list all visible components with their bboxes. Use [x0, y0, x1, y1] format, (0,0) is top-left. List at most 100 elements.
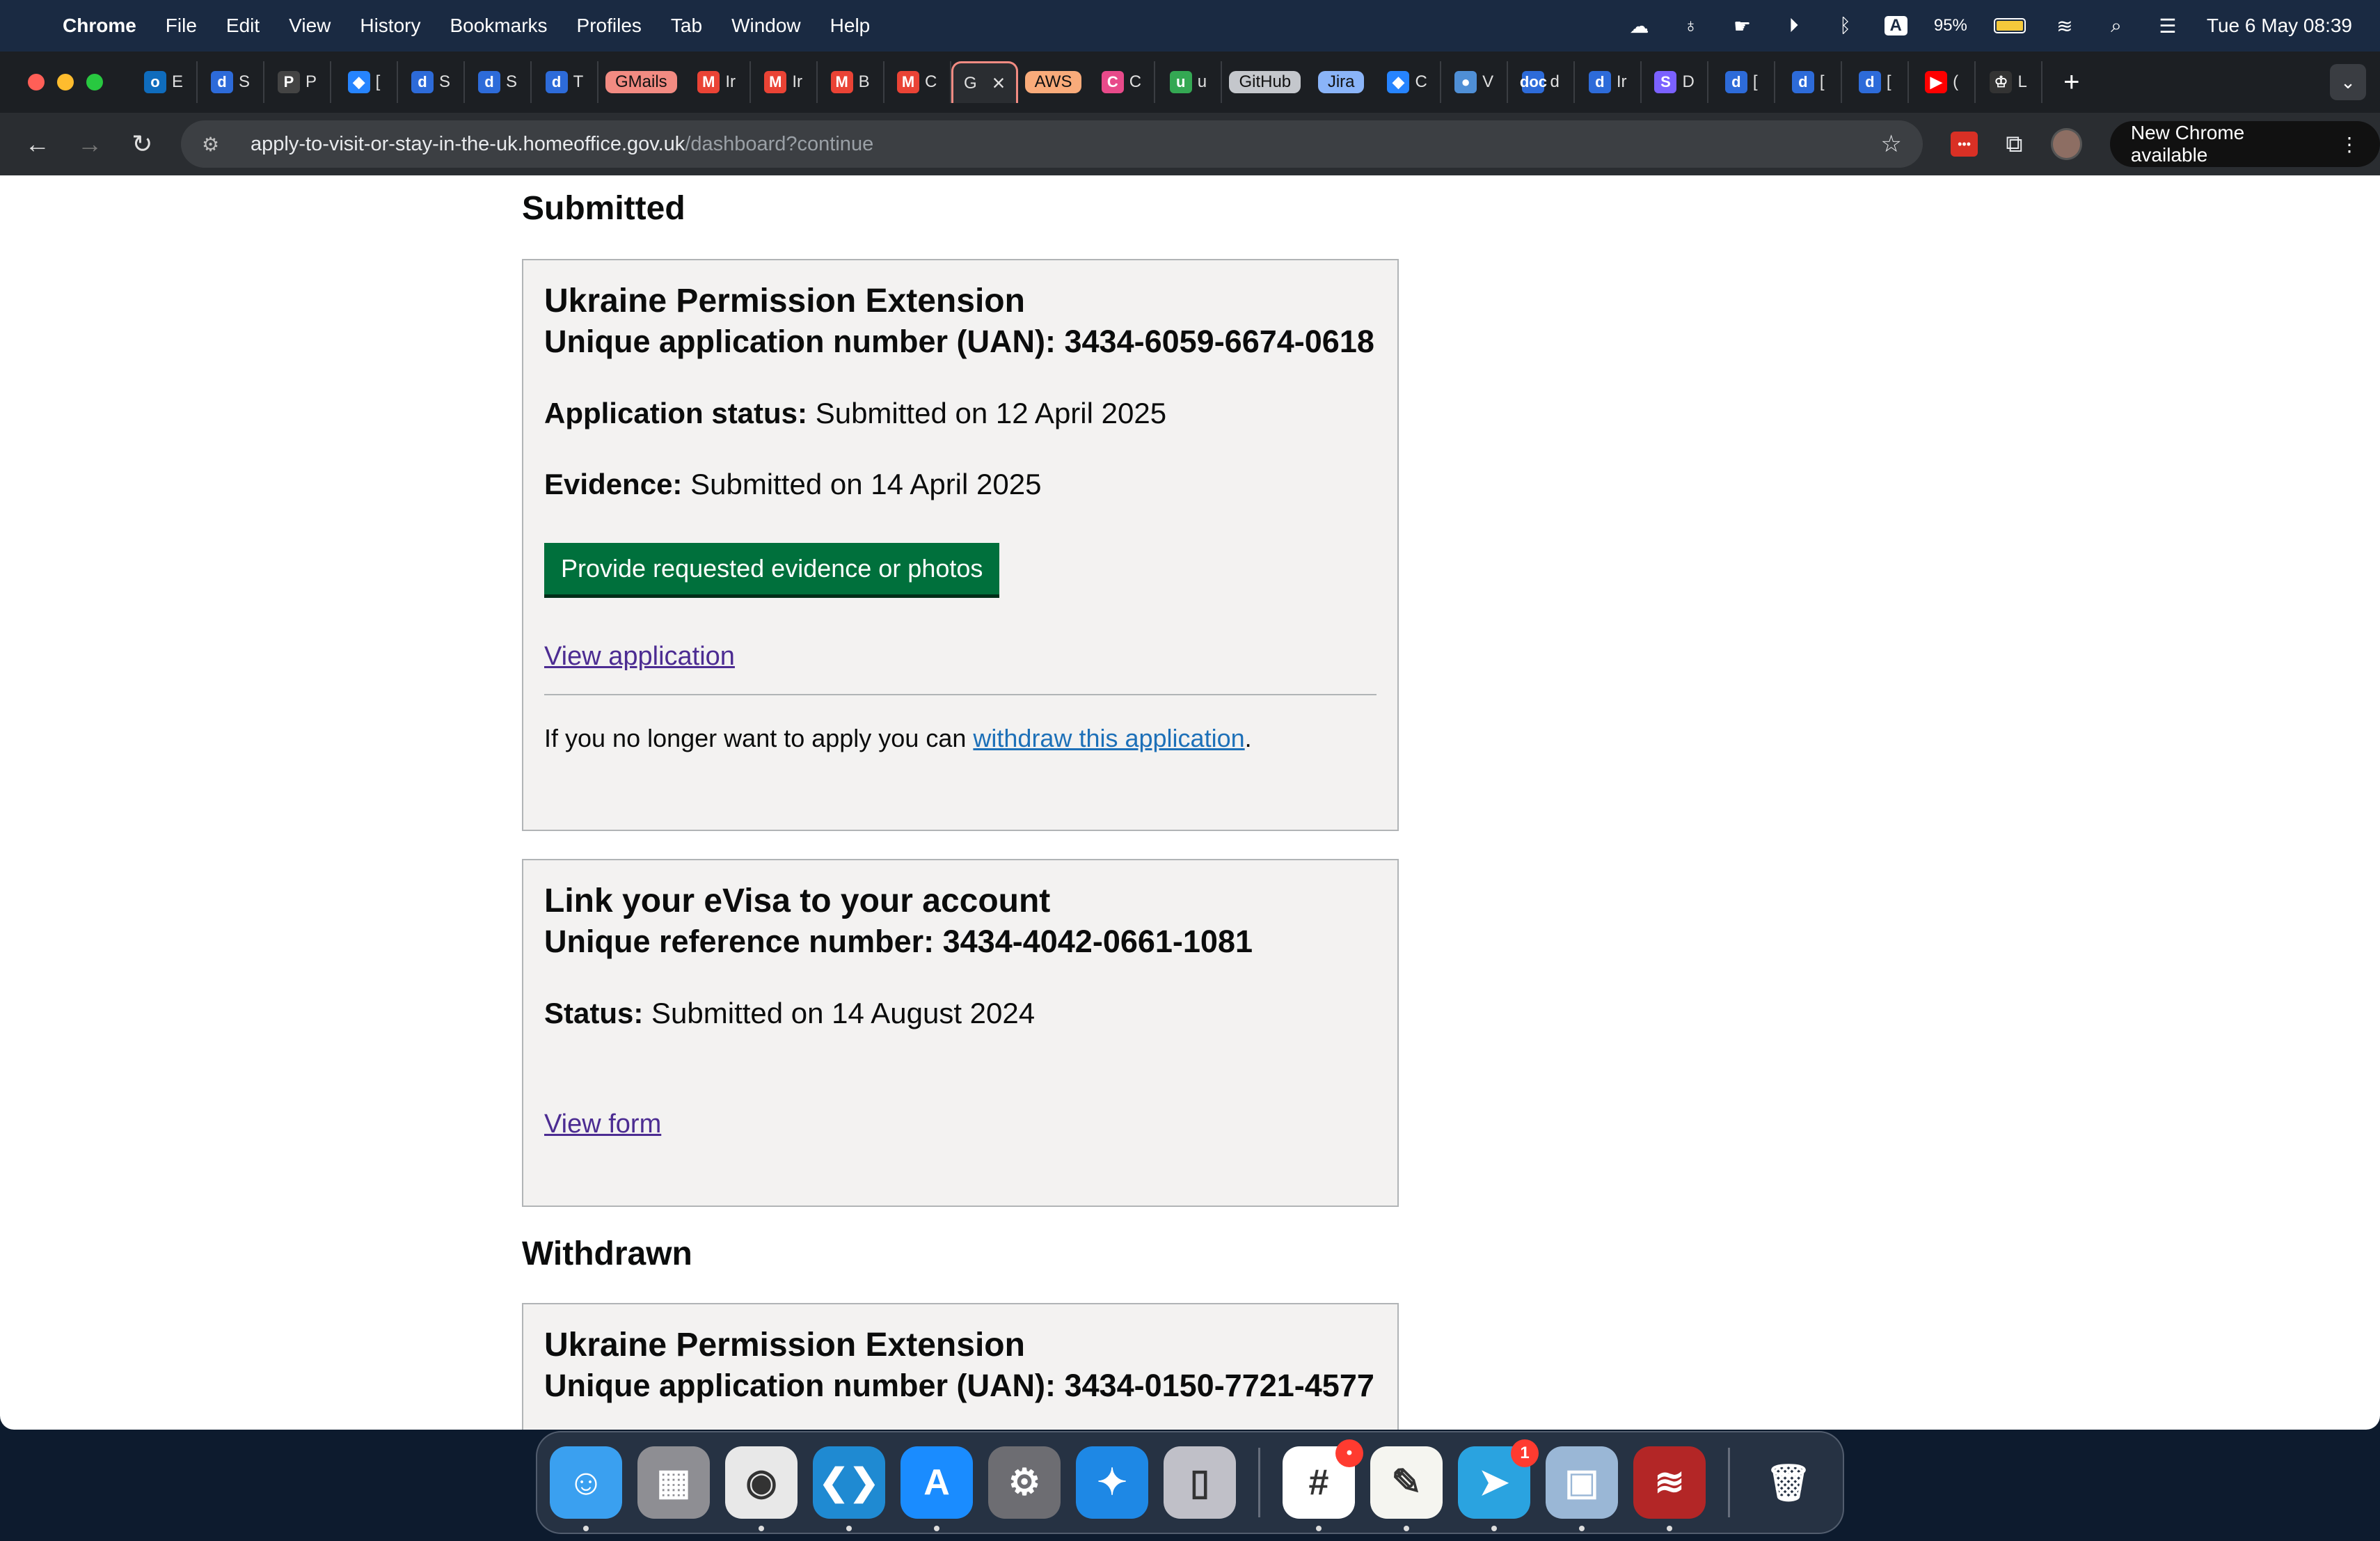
bookmark-star-icon[interactable]: ☆ — [1880, 130, 1901, 158]
browser-tab[interactable]: ◆[ — [331, 61, 398, 103]
browser-tab[interactable]: PP — [264, 61, 331, 103]
url-path: /dashboard?continue — [685, 132, 874, 155]
tab-group-label[interactable]: GMails — [605, 71, 677, 93]
browser-tab[interactable]: GitHub — [1222, 61, 1308, 103]
launchpad-icon[interactable]: ▦ — [637, 1446, 710, 1519]
forward-button[interactable]: → — [69, 123, 110, 165]
menubar-clock[interactable]: Tue 6 May 08:39 — [2207, 15, 2352, 37]
safari-icon[interactable]: ✦ — [1076, 1446, 1148, 1519]
tab-title: [ — [1752, 72, 1758, 91]
address-bar[interactable]: ⚙ apply-to-visit-or-stay-in-the-uk.homeo… — [181, 120, 1923, 168]
browser-tab[interactable]: dS — [198, 61, 264, 103]
chrome-icon[interactable]: ◉ — [725, 1446, 798, 1531]
menu-profiles[interactable]: Profiles — [577, 15, 642, 37]
youtube-icon: ▶ — [1925, 71, 1948, 93]
browser-tab[interactable]: oE — [131, 61, 198, 103]
browser-tab[interactable]: GMails — [598, 61, 684, 103]
browser-tab[interactable]: d Ir — [1575, 61, 1642, 103]
menu-app-name[interactable]: Chrome — [63, 15, 136, 37]
browser-tab[interactable]: MC — [884, 61, 951, 103]
preview-icon[interactable]: ▣ — [1546, 1446, 1618, 1531]
dock-separator — [1258, 1448, 1260, 1517]
browser-tab[interactable]: uu — [1155, 61, 1223, 103]
browser-tab[interactable]: dS — [465, 61, 532, 103]
withdraw-application-link[interactable]: withdraw this application — [973, 722, 1244, 755]
control-center-icon[interactable]: ☰ — [2155, 13, 2180, 38]
textedit-icon[interactable]: ✎ — [1370, 1446, 1443, 1531]
app-store-icon[interactable]: A — [901, 1446, 973, 1531]
browser-tab[interactable]: doc d — [1508, 61, 1576, 103]
tab-search-button[interactable]: ⌄ — [2330, 64, 2366, 100]
view-form-link[interactable]: View form — [544, 1109, 661, 1139]
menu-view[interactable]: View — [289, 15, 331, 37]
browser-tab[interactable]: dT — [532, 61, 598, 103]
browser-tab[interactable]: d[ — [1708, 61, 1776, 103]
tab-title: u — [1197, 72, 1207, 91]
wifi-icon[interactable]: ≋ — [2052, 13, 2077, 38]
menu-window[interactable]: Window — [731, 15, 801, 37]
tab-group-label[interactable]: GitHub — [1229, 71, 1301, 93]
spotlight-search-icon[interactable]: ⌕ — [2104, 13, 2129, 38]
browser-tab[interactable]: ◆ C — [1374, 61, 1442, 103]
browser-tab[interactable]: MB — [818, 61, 884, 103]
extension-icon[interactable]: ••• — [1950, 132, 1978, 157]
browser-tab[interactable]: dS — [398, 61, 465, 103]
play-icon[interactable]: ⏵ — [1782, 13, 1807, 38]
browser-tab[interactable]: ♔ L — [1976, 61, 2043, 103]
site-info-icon[interactable]: ⚙ — [202, 133, 230, 156]
browser-tab[interactable]: d[ — [1775, 61, 1843, 103]
trash-icon[interactable]: 🗑 — [1752, 1446, 1825, 1519]
battery-icon[interactable] — [1993, 18, 2026, 33]
gmail-icon: M — [897, 71, 919, 93]
status-label: Application status: — [544, 397, 808, 429]
gesture-icon[interactable]: ☛ — [1730, 13, 1755, 38]
tab-active[interactable]: G × — [951, 61, 1018, 103]
browser-tab[interactable]: Jira — [1308, 61, 1374, 103]
menu-bookmarks[interactable]: Bookmarks — [450, 15, 547, 37]
browser-tab[interactable]: M Ir — [751, 61, 818, 103]
iphone-mirroring-icon[interactable]: ▯ — [1164, 1446, 1236, 1519]
reload-button[interactable]: ↻ — [122, 123, 163, 165]
withdraw-suffix: . — [1244, 724, 1252, 752]
system-settings-icon[interactable]: ⚙ — [988, 1446, 1061, 1519]
menu-file[interactable]: File — [166, 15, 197, 37]
figure-icon[interactable]: ♁ — [1679, 13, 1704, 38]
running-indicator — [846, 1526, 852, 1531]
finder-icon[interactable]: ☺ — [550, 1446, 622, 1531]
input-source-indicator[interactable]: A — [1884, 16, 1907, 35]
bluetooth-icon[interactable]: ᛒ — [1833, 13, 1858, 38]
fullscreen-window-button[interactable] — [86, 74, 103, 90]
close-window-button[interactable] — [28, 74, 45, 90]
browser-tab[interactable]: SD — [1642, 61, 1709, 103]
menu-history[interactable]: History — [360, 15, 420, 37]
slack-icon[interactable]: # • — [1283, 1439, 1363, 1531]
telegram-icon[interactable]: ➤ 1 — [1458, 1439, 1539, 1531]
kebab-menu-icon[interactable]: ⋮ — [2340, 133, 2359, 156]
back-button[interactable]: ← — [17, 123, 58, 165]
menu-edit[interactable]: Edit — [226, 15, 260, 37]
database-icon[interactable]: ≋ — [1633, 1446, 1706, 1531]
tab-title: d — [1550, 72, 1560, 91]
new-tab-button[interactable]: + — [2063, 67, 2079, 98]
browser-tab[interactable]: ● V — [1441, 61, 1509, 103]
update-chrome-button[interactable]: New Chrome available ⋮ — [2109, 121, 2380, 167]
browser-tab[interactable]: ▶( — [1909, 61, 1976, 103]
vscode-icon[interactable]: ❮❯ — [813, 1446, 885, 1531]
extensions-puzzle-icon[interactable]: ⧉ — [2006, 131, 2022, 158]
browser-tab[interactable]: AWS — [1018, 61, 1089, 103]
profile-avatar[interactable] — [2050, 128, 2082, 160]
provide-evidence-button[interactable]: Provide requested evidence or photos — [544, 543, 1000, 594]
tab-group-label[interactable]: Jira — [1317, 71, 1365, 93]
minimize-window-button[interactable] — [57, 74, 74, 90]
menu-tab[interactable]: Tab — [671, 15, 702, 37]
tab-title: S — [238, 72, 250, 91]
browser-tab[interactable]: CC — [1088, 61, 1156, 103]
browser-tab[interactable]: M Ir — [684, 61, 751, 103]
tab-group-label[interactable]: AWS — [1024, 71, 1082, 93]
menu-help[interactable]: Help — [830, 15, 871, 37]
browser-tab[interactable]: d[ — [1842, 61, 1910, 103]
close-tab-icon[interactable]: × — [992, 70, 1006, 96]
card-uan: Unique application number (UAN): 3434-01… — [544, 1368, 1374, 1403]
view-application-link[interactable]: View application — [544, 642, 735, 672]
icloud-icon[interactable]: ☁ — [1627, 13, 1652, 38]
